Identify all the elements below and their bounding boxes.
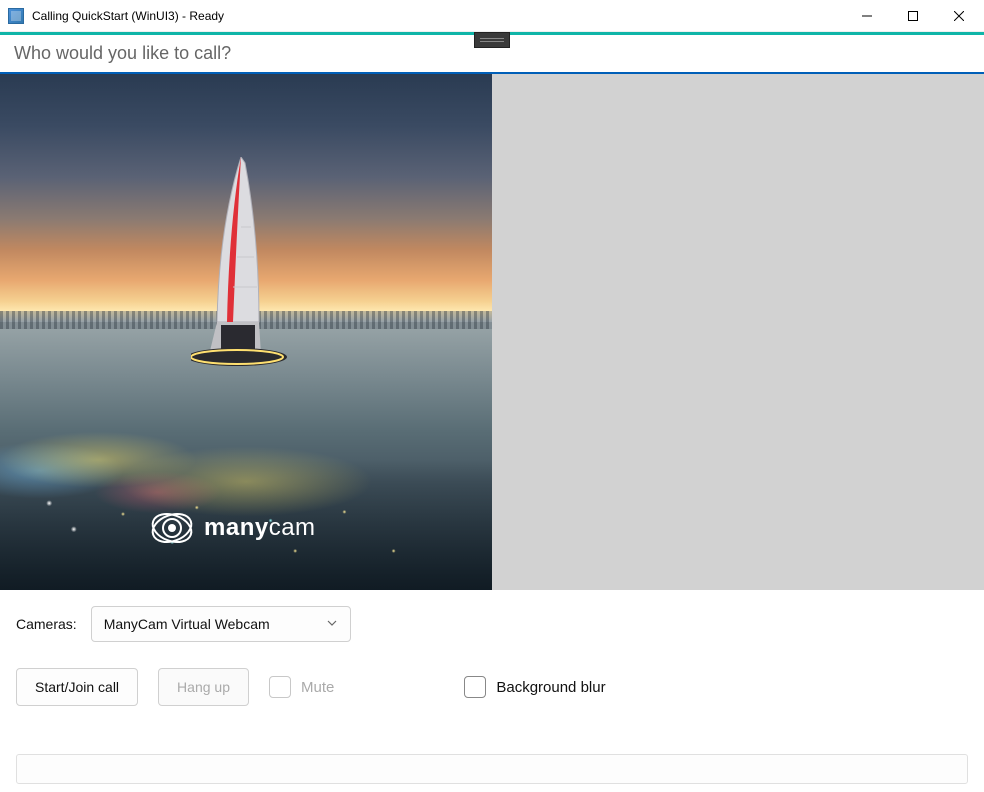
hang-up-button[interactable]: Hang up: [158, 668, 249, 706]
start-join-call-button[interactable]: Start/Join call: [16, 668, 138, 706]
camera-row: Cameras: ManyCam Virtual Webcam: [16, 606, 968, 642]
video-area: manycam: [0, 74, 984, 590]
window-title: Calling QuickStart (WinUI3) - Ready: [32, 9, 224, 23]
call-input-wrap: [0, 35, 984, 74]
manycam-logo-icon: [150, 506, 194, 550]
camera-select-value: ManyCam Virtual Webcam: [104, 616, 270, 632]
titlebar-left: Calling QuickStart (WinUI3) - Ready: [8, 8, 224, 24]
manycam-watermark: manycam: [150, 506, 316, 550]
chevron-down-icon: [326, 616, 338, 632]
mute-checkbox[interactable]: [269, 676, 291, 698]
mute-label: Mute: [301, 679, 334, 696]
background-blur-checkbox[interactable]: [464, 676, 486, 698]
close-icon: [954, 11, 964, 21]
video-foreground: [0, 373, 492, 590]
status-bar: [16, 754, 968, 784]
minimize-icon: [862, 11, 872, 21]
controls-panel: Cameras: ManyCam Virtual Webcam Start/Jo…: [0, 590, 984, 714]
remote-video-tile: [492, 74, 984, 590]
manycam-logo-text: manycam: [204, 514, 316, 542]
titlebar: Calling QuickStart (WinUI3) - Ready: [0, 0, 984, 32]
cameras-label: Cameras:: [16, 616, 77, 632]
camera-select[interactable]: ManyCam Virtual Webcam: [91, 606, 351, 642]
local-video-tile: manycam: [0, 74, 492, 590]
close-button[interactable]: [936, 0, 982, 31]
background-blur-checkbox-wrap[interactable]: Background blur: [464, 676, 605, 698]
window-controls: [844, 0, 982, 31]
maximize-button[interactable]: [890, 0, 936, 31]
minimize-button[interactable]: [844, 0, 890, 31]
background-blur-label: Background blur: [496, 679, 605, 696]
mute-checkbox-wrap[interactable]: Mute: [269, 676, 334, 698]
video-skyline: [0, 311, 492, 329]
maximize-icon: [908, 11, 918, 21]
action-row: Start/Join call Hang up Mute Background …: [16, 668, 968, 706]
call-target-input[interactable]: [0, 35, 984, 72]
app-icon: [8, 8, 24, 24]
